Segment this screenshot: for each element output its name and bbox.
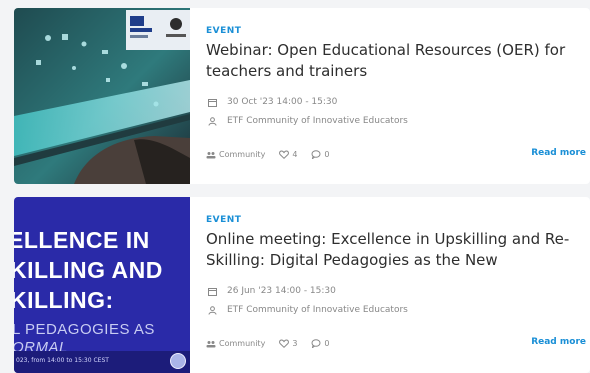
thumbnail-logo: [170, 353, 186, 369]
like-button[interactable]: 4: [279, 150, 297, 159]
event-footer: Community 4 0: [206, 150, 344, 159]
comment-button[interactable]: 0: [311, 339, 330, 348]
heart-icon: [279, 150, 290, 159]
community-label: Community: [219, 339, 266, 348]
event-footer: Community 3 0: [206, 339, 344, 348]
person-icon: [206, 116, 218, 126]
heart-icon: [279, 339, 290, 348]
event-date: 26 Jun '23 14:00 - 15:30: [206, 286, 336, 296]
event-thumbnail[interactable]: [14, 8, 190, 184]
event-type-label: EVENT: [206, 215, 242, 225]
calendar-icon: [206, 287, 218, 296]
event-organiser: ETF Community of Innovative Educators: [206, 116, 408, 126]
comment-count: 0: [324, 339, 330, 348]
event-body: EVENT Webinar: Open Educational Resource…: [206, 8, 590, 184]
thumbnail-text-line: KILLING:: [14, 287, 114, 313]
read-more-link[interactable]: Read more: [531, 148, 586, 158]
like-button[interactable]: 3: [279, 339, 297, 348]
community-tag[interactable]: Community: [206, 150, 265, 159]
thumbnail-text-line: L PEDAGOGIES AS: [14, 321, 155, 338]
like-count: 4: [292, 150, 298, 159]
event-date: 30 Oct '23 14:00 - 15:30: [206, 97, 337, 107]
event-organiser-text: ETF Community of Innovative Educators: [227, 305, 408, 315]
event-title[interactable]: Online meeting: Excellence in Upskilling…: [206, 229, 588, 271]
event-date-text: 30 Oct '23 14:00 - 15:30: [227, 97, 338, 107]
thumbnail-text-line: KILLING AND: [14, 257, 163, 283]
event-thumbnail[interactable]: ELLENCE IN KILLING AND KILLING: L PEDAGO…: [14, 197, 190, 373]
thumbnail-text-line: ELLENCE IN: [14, 227, 150, 253]
thumbnail-footer-text: 023, from 14:00 to 15:30 CEST: [16, 357, 109, 364]
comment-icon: [311, 339, 321, 348]
event-organiser-text: ETF Community of Innovative Educators: [227, 116, 408, 126]
person-icon: [206, 305, 218, 315]
event-type-label: EVENT: [206, 26, 242, 36]
event-body: EVENT Online meeting: Excellence in Upsk…: [206, 197, 590, 373]
community-icon: [206, 151, 216, 158]
event-organiser: ETF Community of Innovative Educators: [206, 305, 408, 315]
community-tag[interactable]: Community: [206, 339, 265, 348]
like-count: 3: [292, 339, 298, 348]
thumbnail-image: [14, 8, 190, 184]
comment-icon: [311, 150, 321, 159]
event-title[interactable]: Webinar: Open Educational Resources (OER…: [206, 40, 588, 82]
comment-count: 0: [324, 150, 330, 159]
thumbnail-footer-strip: 023, from 14:00 to 15:30 CEST: [14, 351, 190, 373]
calendar-icon: [206, 98, 218, 107]
comment-button[interactable]: 0: [311, 150, 330, 159]
event-date-text: 26 Jun '23 14:00 - 15:30: [227, 286, 336, 296]
read-more-link[interactable]: Read more: [531, 337, 586, 347]
community-icon: [206, 340, 216, 347]
event-card[interactable]: EVENT Webinar: Open Educational Resource…: [14, 8, 590, 184]
community-label: Community: [219, 150, 266, 159]
event-card[interactable]: ELLENCE IN KILLING AND KILLING: L PEDAGO…: [14, 197, 590, 373]
